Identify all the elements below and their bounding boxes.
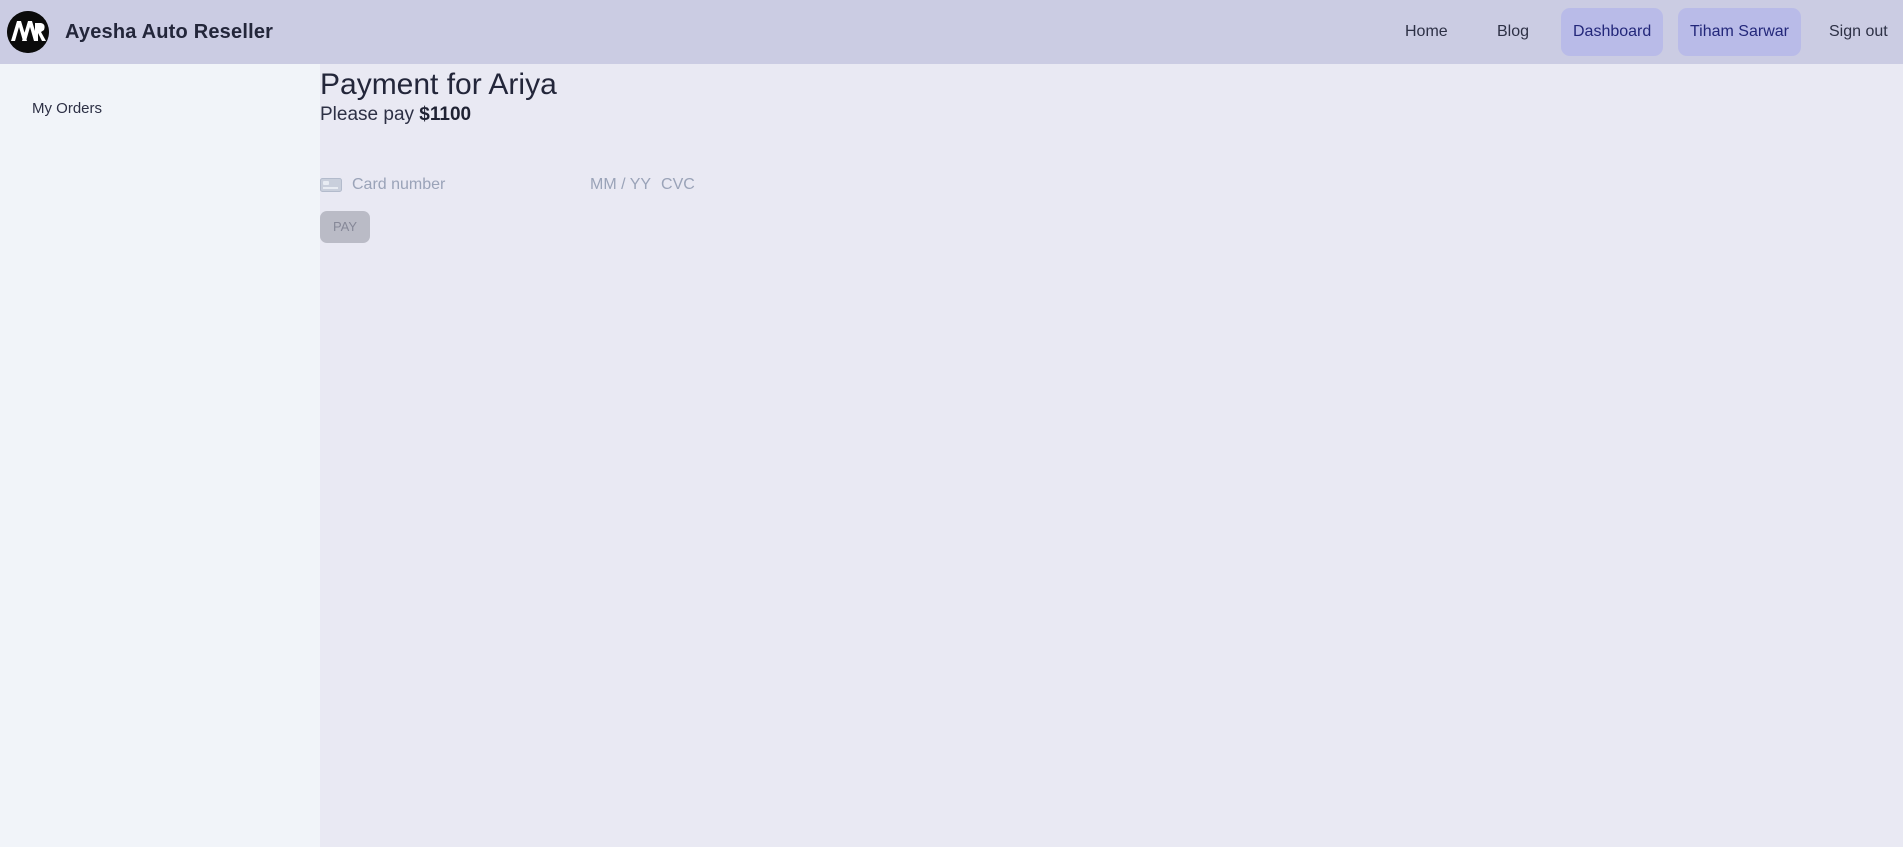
nav-user-profile-button[interactable]: Tiham Sarwar — [1678, 8, 1801, 56]
payment-amount: $1100 — [419, 104, 472, 125]
page-title: Payment for Ariya — [320, 68, 557, 101]
nav-sign-out-button[interactable]: Sign out — [1817, 8, 1900, 56]
nav-blog-link[interactable]: Blog — [1485, 8, 1541, 56]
card-number-input[interactable]: Card number — [352, 176, 590, 194]
nav-home-link[interactable]: Home — [1393, 8, 1460, 56]
brand-logo[interactable] — [7, 11, 49, 53]
top-navbar: Ayesha Auto Reseller Home Blog Dashboard… — [0, 0, 1903, 64]
main-content: Payment for Ariya Please pay $1100 Card … — [320, 64, 1903, 847]
brand-logo-mark — [7, 11, 49, 53]
sidebar-item-my-orders[interactable]: My Orders — [32, 100, 102, 117]
card-cvc-input[interactable]: CVC — [661, 176, 695, 194]
credit-card-icon — [320, 178, 342, 192]
card-input-form[interactable]: Card number MM / YY CVC — [320, 174, 740, 196]
pay-button[interactable]: PAY — [320, 211, 370, 243]
card-expiry-input[interactable]: MM / YY — [590, 176, 651, 194]
payment-amount-line: Please pay $1100 — [320, 104, 471, 126]
nav-dashboard-link[interactable]: Dashboard — [1561, 8, 1664, 56]
brand-name[interactable]: Ayesha Auto Reseller — [65, 0, 273, 64]
payment-amount-prefix: Please pay — [320, 104, 420, 125]
sidebar: My Orders — [0, 64, 320, 847]
